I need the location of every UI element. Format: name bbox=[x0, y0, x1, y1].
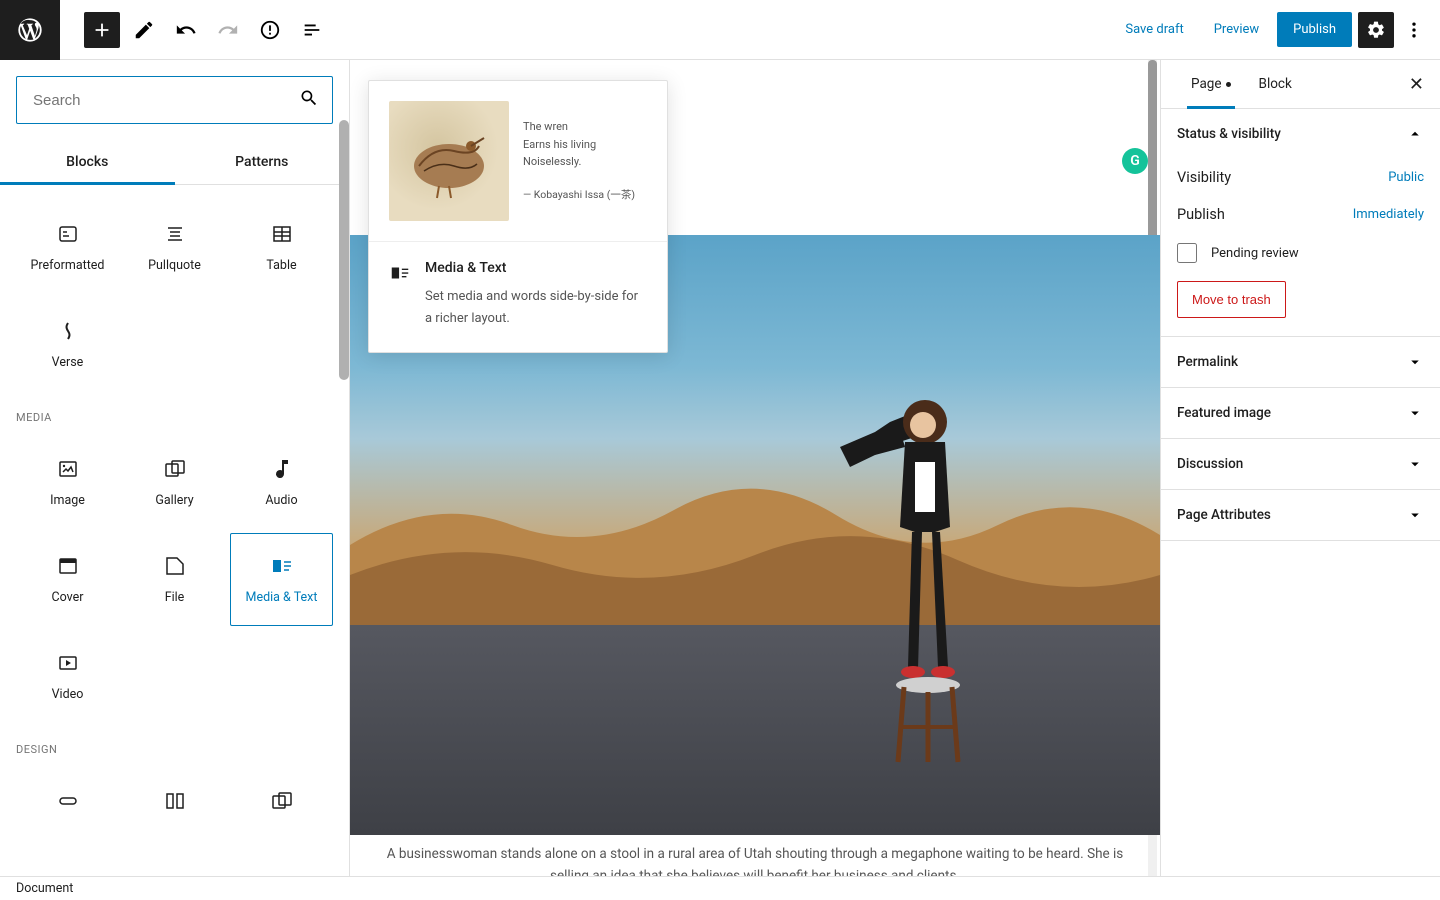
add-block-button[interactable] bbox=[84, 12, 120, 48]
section-title: Permalink bbox=[1177, 354, 1238, 370]
publish-label: Publish bbox=[1177, 206, 1225, 223]
save-draft-button[interactable]: Save draft bbox=[1113, 14, 1195, 45]
block-label: Table bbox=[266, 258, 296, 273]
block-label: Verse bbox=[52, 355, 84, 370]
block-columns[interactable] bbox=[123, 768, 226, 834]
preview-button[interactable]: Preview bbox=[1202, 14, 1271, 45]
discussion-toggle[interactable]: Discussion bbox=[1161, 439, 1440, 489]
editor-canvas[interactable]: A businesswoman stands alone on a stool … bbox=[350, 60, 1160, 876]
block-label: Audio bbox=[265, 493, 297, 508]
tab-indicator-dot bbox=[1226, 82, 1231, 87]
inserter-scrollbar[interactable] bbox=[339, 120, 349, 380]
featured-image-toggle[interactable]: Featured image bbox=[1161, 388, 1440, 438]
tab-page[interactable]: Page bbox=[1177, 60, 1245, 108]
settings-button[interactable] bbox=[1358, 12, 1394, 48]
preview-description: Set media and words side-by-side for a r… bbox=[425, 286, 647, 330]
close-sidebar-button[interactable]: ✕ bbox=[1401, 66, 1432, 103]
wordpress-logo[interactable] bbox=[0, 0, 60, 60]
block-label: Cover bbox=[51, 590, 83, 605]
permalink-toggle[interactable]: Permalink bbox=[1161, 337, 1440, 387]
mountains-graphic bbox=[350, 455, 1160, 635]
top-toolbar: Save draft Preview Publish bbox=[0, 0, 1440, 60]
publish-button[interactable]: Publish bbox=[1277, 12, 1352, 47]
details-button[interactable] bbox=[252, 12, 288, 48]
edit-mode-button[interactable] bbox=[126, 12, 162, 48]
tab-patterns[interactable]: Patterns bbox=[175, 140, 350, 184]
block-label: Preformatted bbox=[31, 258, 105, 273]
block-gallery[interactable]: Gallery bbox=[123, 436, 226, 529]
block-inserter-panel: Blocks Patterns Preformatted Pullquote T… bbox=[0, 60, 350, 876]
undo-button[interactable] bbox=[168, 12, 204, 48]
preview-title: Media & Text bbox=[425, 260, 647, 276]
preview-illustration bbox=[389, 101, 509, 221]
more-options-button[interactable] bbox=[1400, 20, 1428, 40]
road-graphic bbox=[350, 625, 1160, 835]
tab-blocks[interactable]: Blocks bbox=[0, 140, 175, 184]
chevron-down-icon bbox=[1406, 506, 1424, 524]
search-input[interactable] bbox=[16, 76, 333, 124]
page-attributes-toggle[interactable]: Page Attributes bbox=[1161, 490, 1440, 540]
media-section-label: MEDIA bbox=[16, 391, 333, 436]
status-visibility-toggle[interactable]: Status & visibility bbox=[1161, 109, 1440, 159]
block-label: Gallery bbox=[155, 493, 193, 508]
outline-button[interactable] bbox=[294, 12, 330, 48]
block-label: Image bbox=[50, 493, 85, 508]
block-image[interactable]: Image bbox=[16, 436, 119, 529]
search-icon bbox=[299, 88, 319, 112]
poem-line: Noiselessly. bbox=[523, 153, 635, 171]
section-title: Featured image bbox=[1177, 405, 1271, 421]
block-file[interactable]: File bbox=[123, 533, 226, 626]
block-group[interactable] bbox=[230, 768, 333, 834]
person-graphic bbox=[820, 367, 990, 767]
block-label: File bbox=[165, 590, 185, 605]
pending-review-checkbox[interactable] bbox=[1177, 243, 1197, 263]
move-to-trash-button[interactable]: Move to trash bbox=[1177, 281, 1286, 318]
caption-text: A businesswoman stands alone on a stool … bbox=[387, 846, 1124, 876]
breadcrumb-text: Document bbox=[16, 881, 73, 896]
redo-button[interactable] bbox=[210, 12, 246, 48]
chevron-up-icon bbox=[1406, 125, 1424, 143]
footer-breadcrumb[interactable]: Document bbox=[0, 876, 1440, 900]
chevron-down-icon bbox=[1406, 404, 1424, 422]
section-title: Status & visibility bbox=[1177, 126, 1281, 142]
grammarly-icon[interactable]: G bbox=[1122, 148, 1148, 174]
block-audio[interactable]: Audio bbox=[230, 436, 333, 529]
section-title: Page Attributes bbox=[1177, 507, 1271, 523]
settings-sidebar: Page Block ✕ Status & visibility Visibil… bbox=[1160, 60, 1440, 876]
poem-line: The wren bbox=[523, 118, 635, 136]
block-buttons[interactable] bbox=[16, 768, 119, 834]
block-label: Pullquote bbox=[148, 258, 201, 273]
publish-value-link[interactable]: Immediately bbox=[1353, 207, 1424, 222]
image-caption[interactable]: A businesswoman stands alone on a stool … bbox=[360, 838, 1150, 876]
media-text-icon bbox=[389, 260, 411, 330]
block-preview-popover: The wren Earns his living Noiselessly. —… bbox=[368, 80, 668, 353]
tab-label: Page bbox=[1191, 76, 1222, 92]
block-video[interactable]: Video bbox=[16, 630, 119, 723]
block-table[interactable]: Table bbox=[230, 201, 333, 294]
block-cover[interactable]: Cover bbox=[16, 533, 119, 626]
block-media-text[interactable]: Media & Text bbox=[230, 533, 333, 626]
poem-line: Earns his living bbox=[523, 136, 635, 154]
block-verse[interactable]: Verse bbox=[16, 298, 119, 391]
chevron-down-icon bbox=[1406, 353, 1424, 371]
chevron-down-icon bbox=[1406, 455, 1424, 473]
design-section-label: DESIGN bbox=[16, 723, 333, 768]
block-preformatted[interactable]: Preformatted bbox=[16, 201, 119, 294]
visibility-value-link[interactable]: Public bbox=[1388, 170, 1424, 185]
block-pullquote[interactable]: Pullquote bbox=[123, 201, 226, 294]
tab-block[interactable]: Block bbox=[1245, 60, 1306, 108]
block-label: Media & Text bbox=[246, 590, 318, 605]
section-title: Discussion bbox=[1177, 456, 1243, 472]
block-label: Video bbox=[52, 687, 84, 702]
poem-credit: — Kobayashi Issa (一茶) bbox=[523, 187, 635, 204]
visibility-label: Visibility bbox=[1177, 169, 1231, 186]
pending-review-label: Pending review bbox=[1211, 246, 1299, 261]
